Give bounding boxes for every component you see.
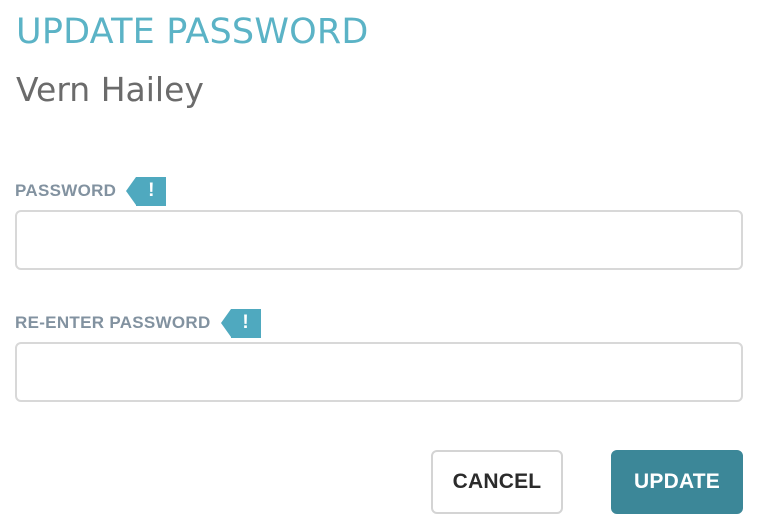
update-button[interactable]: UPDATE [611,450,743,514]
reenter-password-field[interactable] [15,342,743,402]
password-field[interactable] [15,210,743,270]
password-alert-icon: ! [126,176,167,206]
page-title: UPDATE PASSWORD [16,12,369,52]
password-label: PASSWORD [15,181,117,200]
reenter-password-label-row: RE-ENTER PASSWORD ! [15,308,261,338]
user-name: Vern Hailey [16,70,204,109]
reenter-password-label: RE-ENTER PASSWORD [15,313,211,332]
cancel-button[interactable]: CANCEL [431,450,563,514]
reenter-password-alert-icon: ! [220,308,261,338]
password-label-row: PASSWORD ! [15,176,167,206]
